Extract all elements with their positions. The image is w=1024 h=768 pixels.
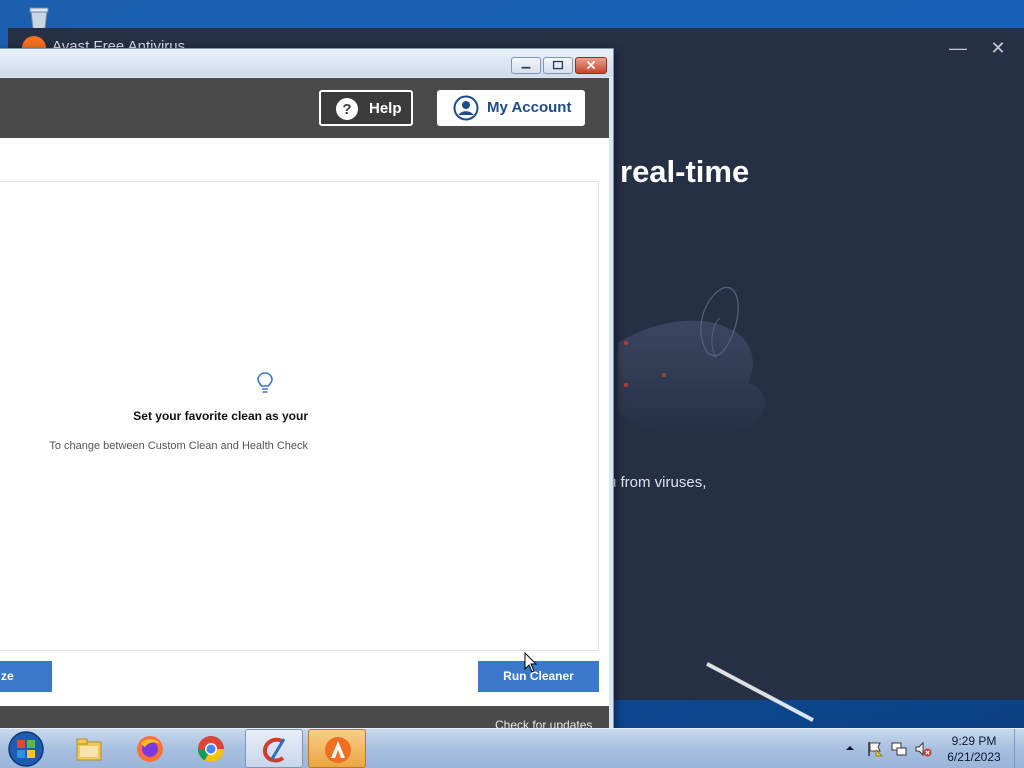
firefox-taskbar-button[interactable] (121, 729, 179, 768)
show-desktop-button[interactable] (1014, 729, 1024, 768)
health-check-panel: Set your favorite clean as your To chang… (0, 181, 599, 651)
analyze-button[interactable]: ze (0, 661, 52, 692)
ccleaner-icon (262, 737, 286, 763)
my-account-label: My Account (487, 99, 572, 116)
restore-icon (552, 60, 564, 70)
clock-date: 6/21/2023 (947, 750, 1001, 764)
avast-headline: real-time (620, 154, 750, 189)
question-icon: ? (336, 98, 358, 120)
show-hidden-icons-chevron-icon[interactable] (844, 742, 856, 754)
ccleaner-titlebar (0, 49, 613, 77)
taskbar: 9:29 PM 6/21/2023 (0, 728, 1024, 768)
ccleaner-taskbar-button[interactable] (245, 729, 303, 768)
clock-time: 9:29 PM (951, 734, 997, 748)
lightbulb-icon (257, 372, 273, 393)
avast-body-text: u from viruses, (608, 474, 707, 491)
svg-text:?: ? (342, 101, 351, 118)
run-cleaner-button[interactable]: Run Cleaner (478, 661, 599, 692)
tip-description: To change between Custom Clean and Healt… (49, 440, 308, 452)
minimize-icon (521, 66, 531, 69)
avast-minimize-button[interactable]: — (944, 36, 972, 60)
ccleaner-header: ? Help My Account (0, 78, 609, 138)
ccleaner-window: ? Help My Account Set your favorite clea… (0, 48, 614, 736)
tip-title: Set your favorite clean as your (133, 409, 308, 423)
close-button[interactable] (575, 57, 607, 74)
help-label: Help (369, 100, 402, 117)
minimize-button[interactable] (511, 57, 541, 74)
action-center-flag-icon[interactable] (866, 740, 884, 758)
avast-taskbar-button[interactable] (308, 729, 366, 768)
start-button[interactable] (6, 730, 46, 768)
chrome-icon (197, 736, 225, 763)
chrome-taskbar-button[interactable] (182, 729, 240, 768)
system-clock[interactable]: 9:29 PM 6/21/2023 (938, 733, 1010, 765)
recycle-bin-icon[interactable] (28, 6, 50, 30)
mouse-cursor-icon (524, 652, 538, 673)
my-account-button[interactable]: My Account (437, 90, 585, 126)
avast-icon (325, 737, 351, 763)
maximize-button[interactable] (543, 57, 573, 74)
avast-illustration (618, 286, 765, 437)
ccleaner-content: Set your favorite clean as your To chang… (0, 138, 609, 706)
explorer-taskbar-button[interactable] (60, 729, 118, 768)
user-icon (453, 95, 479, 121)
avast-close-button[interactable]: ✕ (984, 36, 1012, 60)
volume-muted-icon[interactable] (914, 740, 932, 758)
firefox-icon (137, 736, 163, 762)
close-icon (586, 60, 596, 70)
help-button[interactable]: ? Help (319, 90, 413, 126)
folder-icon (76, 738, 102, 761)
network-icon[interactable] (890, 740, 908, 758)
